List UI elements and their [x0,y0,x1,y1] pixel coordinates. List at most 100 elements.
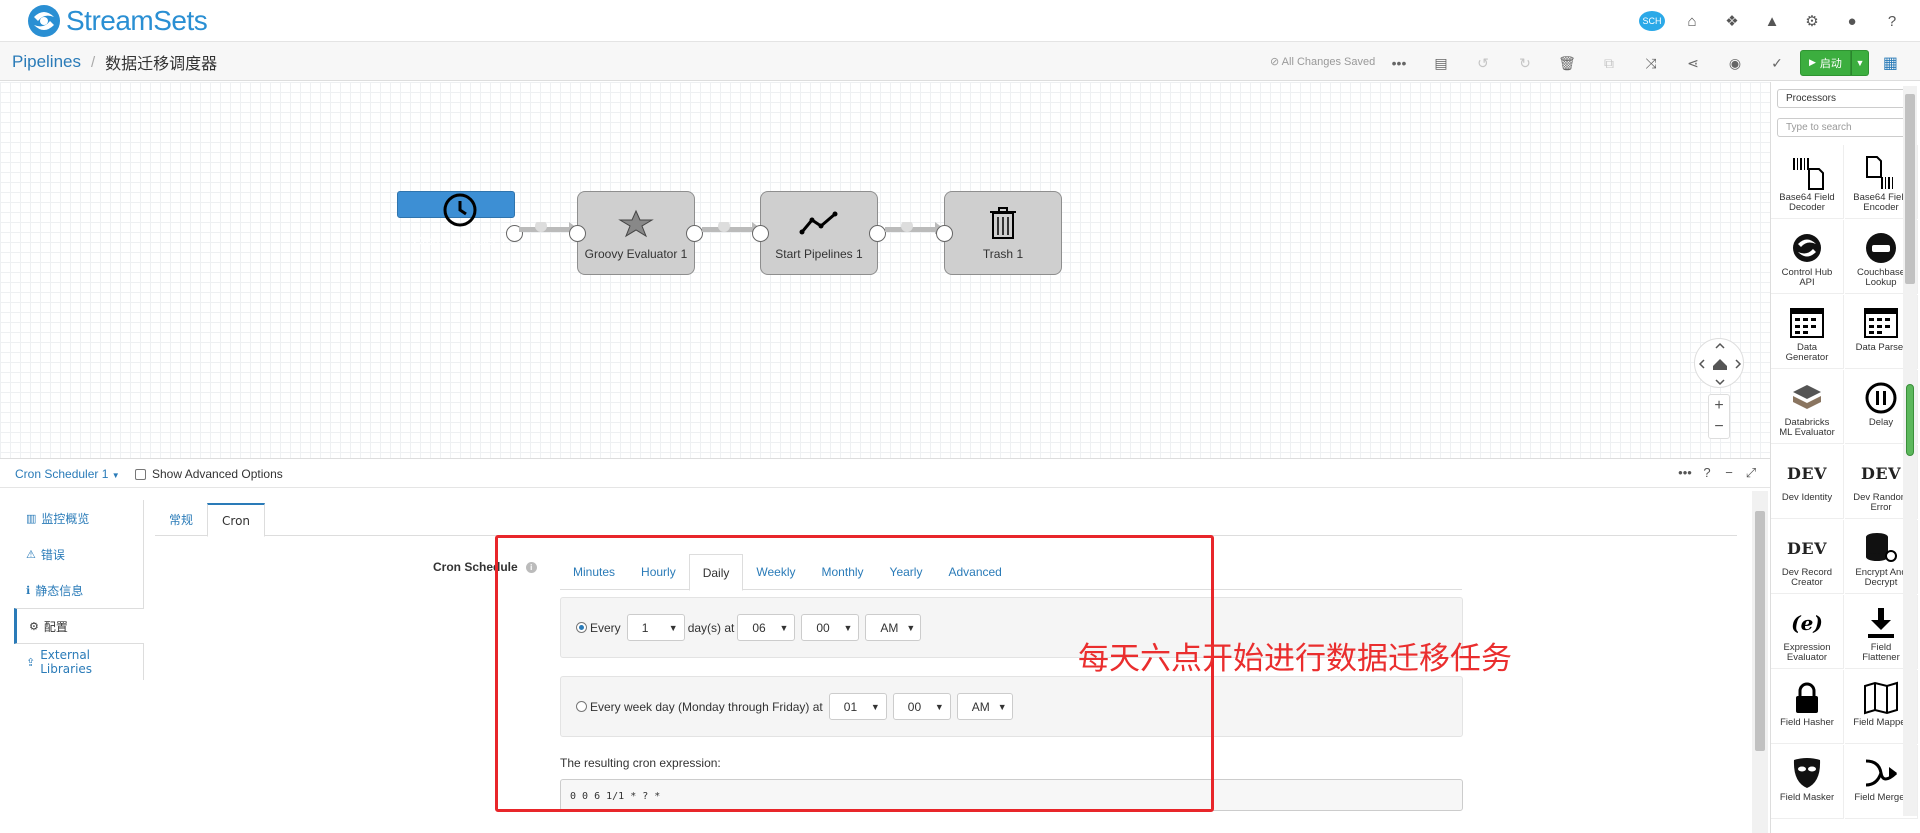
svg-text:(e): (e) [1791,611,1823,635]
library-item[interactable]: Base64 Field Decoder [1771,145,1844,219]
hour-value: 01 [843,699,858,714]
cron-expression-field[interactable]: 0 0 6 1/1 * ? * [560,779,1463,811]
scrollbar-thumb[interactable] [1755,511,1765,751]
zoom-out-icon[interactable]: − [1714,418,1723,436]
library-item[interactable]: DEV Dev Identity [1771,445,1844,519]
library-item-label: Databricks ML Evaluator [1779,418,1835,438]
side-nav-monitor[interactable]: ▥ 监控概览 [14,500,144,536]
start-button[interactable]: ▶ 启动 [1800,50,1851,76]
pipeline-canvas[interactable]: Cron Scheduler 1 Groovy Evaluator 1 Star… [0,82,1770,458]
hour-select[interactable]: 06 ▼ [737,614,796,641]
library-item[interactable]: Field Hasher [1771,670,1844,744]
config-scrollbar[interactable] [1752,491,1768,833]
more-icon[interactable]: ••• [1378,52,1420,74]
home-icon[interactable]: ⌂ [1672,9,1712,33]
shuffle-icon[interactable]: ⤨ [1630,52,1672,74]
warning-icon: ⚠ [26,547,36,561]
library-item[interactable]: (e) Expression Evaluator [1771,595,1844,669]
side-nav-configuration[interactable]: ⚙ 配置 [14,608,144,644]
cron-schedule-text: Cron Schedule [433,560,518,574]
help-icon[interactable]: ? [1872,9,1912,33]
stage-groovy-evaluator[interactable]: Groovy Evaluator 1 [569,191,703,275]
weekday-ampm-select[interactable]: AM ▼ [956,693,1013,720]
expand-icon[interactable]: ⤢ [1740,465,1762,481]
tab-monthly[interactable]: Monthly [809,554,877,590]
stage-start-pipelines[interactable]: Start Pipelines 1 [752,191,886,275]
cron-period-tabs: Minutes Hourly Daily Weekly Monthly Year… [560,554,1462,591]
selected-stage-dropdown[interactable]: Cron Scheduler 1 ▼ [15,467,120,481]
days-select[interactable]: 1 ▼ [626,614,685,641]
zoom-in-icon[interactable]: + [1714,397,1723,415]
show-advanced-options[interactable]: Show Advanced Options [135,467,283,481]
input-port[interactable] [752,225,769,242]
library-item[interactable]: Control Hub API [1771,220,1844,294]
tab-hourly[interactable]: Hourly [628,554,689,590]
output-port[interactable] [869,225,886,242]
input-port[interactable] [569,225,586,242]
library-item[interactable]: Databricks ML Evaluator [1771,370,1844,444]
tab-general[interactable]: 常规 [155,503,207,536]
gift-icon[interactable]: ❖ [1712,9,1752,33]
streamsets-logo[interactable]: StreamSets [26,2,208,40]
library-search-input[interactable]: Type to search [1777,118,1917,137]
tab-daily[interactable]: Daily [688,554,744,591]
library-item[interactable]: Field Masker [1771,745,1844,819]
library-category-select[interactable]: Processors [1777,89,1917,108]
every-days-radio[interactable] [576,622,587,633]
stage-library-grid-icon[interactable]: ▦ [1883,53,1898,73]
start-dropdown-caret[interactable]: ▼ [1850,50,1869,76]
side-nav-errors[interactable]: ⚠ 错误 [14,536,144,572]
preview-eye-icon[interactable]: ◉ [1714,52,1756,74]
config-tabs: 常规 Cron [155,503,1737,537]
pan-control[interactable] [1694,338,1744,388]
weekday-minute-select[interactable]: 00 ▼ [892,693,951,720]
validate-check-icon[interactable]: ✓ [1756,52,1798,74]
start-button-group: ▶ 启动 ▼ [1800,50,1869,76]
undo-icon[interactable]: ↺ [1462,52,1504,74]
info-icon[interactable]: i [525,561,537,573]
trash-icon[interactable]: 🗑 [1546,52,1588,74]
control-hub-icon[interactable]: SCH [1632,9,1672,33]
advanced-checkbox[interactable] [135,468,146,480]
gear-icon: ⚙ [29,619,39,633]
side-nav-info[interactable]: ℹ 静态信息 [14,572,144,608]
user-icon[interactable]: ● [1832,9,1872,33]
output-port[interactable] [686,225,703,242]
breadcrumb-pipelines-link[interactable]: Pipelines [12,52,81,72]
scrollbar-thumb[interactable] [1905,94,1915,284]
gears-icon[interactable]: ⚙ [1792,9,1832,33]
panel-resize-handle[interactable] [1906,384,1914,456]
document-icon[interactable]: ▤ [1420,52,1462,74]
ampm-value: AM [971,699,990,714]
couchbase-icon [1864,228,1898,268]
bell-icon[interactable]: ▲ [1752,9,1792,33]
stage-trash[interactable]: Trash 1 [936,191,1062,275]
redo-icon[interactable]: ↻ [1504,52,1546,74]
minute-select[interactable]: 00 ▼ [801,614,860,641]
input-port[interactable] [936,225,953,242]
every-weekday-radio[interactable] [576,701,587,712]
stage-label: Cron Scheduler 1 [413,234,507,248]
weekday-hour-select[interactable]: 01 ▼ [828,693,887,720]
library-item-label: Field Hasher [1780,718,1834,728]
tab-minutes[interactable]: Minutes [560,554,628,590]
every-label: Every [590,620,621,635]
tab-yearly[interactable]: Yearly [877,554,936,590]
share-icon[interactable]: ⋖ [1672,52,1714,74]
library-item[interactable]: Data Generator [1771,295,1844,369]
copy-icon[interactable]: ⧉ [1588,52,1630,74]
more-icon[interactable]: ••• [1674,465,1696,481]
ampm-select[interactable]: AM ▼ [865,614,922,641]
info-icon: ℹ [26,583,31,597]
minute-value: 00 [816,620,830,635]
help-icon[interactable]: ? [1696,465,1718,481]
stage-label: Trash 1 [982,247,1024,261]
tab-advanced[interactable]: Advanced [935,554,1014,590]
tab-weekly[interactable]: Weekly [743,554,808,590]
minimize-icon[interactable]: − [1718,465,1740,481]
side-nav-external-libraries[interactable]: ⇪ External Libraries [14,644,144,680]
stage-cron-scheduler[interactable]: Cron Scheduler 1 [397,191,523,248]
library-item-label: Dev Identity [1781,493,1833,503]
tab-cron[interactable]: Cron [207,503,266,537]
library-item[interactable]: DEV Dev Record Creator [1771,520,1844,594]
